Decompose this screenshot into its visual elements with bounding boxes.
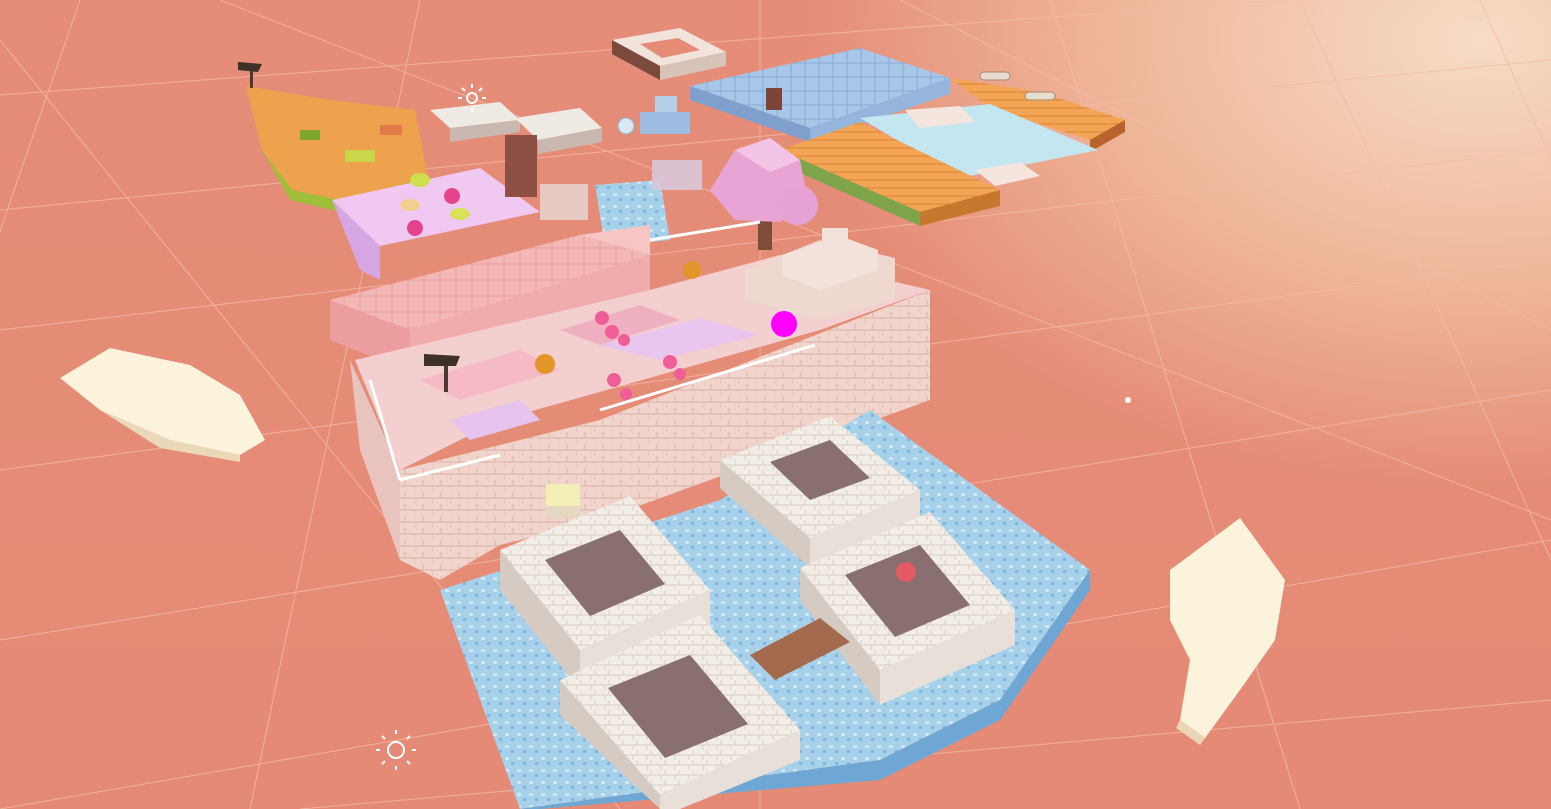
- donut-block-frame[interactable]: [612, 28, 726, 80]
- sun-light-gizmo-icon[interactable]: [376, 730, 416, 770]
- voxel-cloud[interactable]: [1170, 518, 1285, 745]
- scene-view[interactable]: [0, 0, 1551, 809]
- chocolate-pillar: [766, 88, 782, 110]
- selected-object-marker[interactable]: [771, 311, 797, 337]
- signpost-icon: [238, 62, 262, 88]
- cursor-dot-icon: [1125, 397, 1131, 403]
- voxel-cloud[interactable]: [60, 348, 265, 462]
- pink-jar-pickup[interactable]: [896, 562, 916, 582]
- scene-canvas[interactable]: [0, 0, 1551, 809]
- tree-trunk: [505, 135, 537, 197]
- player-character[interactable]: [546, 484, 580, 518]
- blue-cube-stack[interactable]: [617, 96, 690, 135]
